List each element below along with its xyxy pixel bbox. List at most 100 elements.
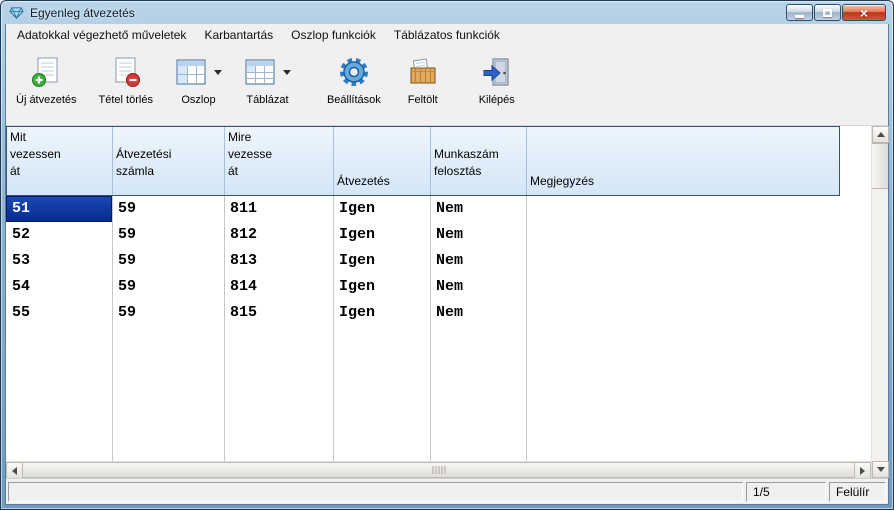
vertical-scrollbar-track[interactable]: [872, 189, 888, 461]
table-cell[interactable]: 814: [224, 274, 333, 300]
scrollbar-grip-icon: [432, 466, 445, 474]
table-row: 55 59 815 Igen Nem: [6, 300, 871, 326]
window-controls: ×: [786, 4, 886, 21]
vertical-scrollbar[interactable]: [871, 126, 888, 478]
table-row: 52 59 812 Igen Nem: [6, 222, 871, 248]
table-cell[interactable]: 59: [112, 196, 224, 222]
table-cell[interactable]: 811: [224, 196, 333, 222]
table-cell[interactable]: 54: [6, 274, 112, 300]
close-icon: ×: [860, 6, 868, 20]
table-cell[interactable]: Igen: [333, 222, 430, 248]
transfer-grid: Mit vezessen át Átvezetési számla Mire v…: [6, 126, 888, 478]
table-cell[interactable]: Igen: [333, 274, 430, 300]
table-cell[interactable]: 59: [112, 222, 224, 248]
column-header-atvezetes[interactable]: Átvezetés: [334, 127, 431, 195]
minimize-button[interactable]: [786, 4, 813, 21]
column-header-mit-vezessen-at[interactable]: Mit vezessen át: [7, 127, 113, 195]
table-cell[interactable]: 813: [224, 248, 333, 274]
arrow-down-icon: [877, 467, 885, 472]
menu-bar: Adatokkal végezhető műveletek Karbantart…: [6, 24, 888, 46]
maximize-icon: [823, 9, 832, 17]
title-bar: Egyenleg átvezetés ×: [5, 1, 889, 24]
delete-row-icon: [110, 56, 142, 88]
settings-button[interactable]: Beállítások: [321, 50, 387, 106]
scroll-up-button[interactable]: [872, 126, 889, 143]
overwrite-mode-panel: Felülír: [829, 482, 886, 502]
status-bar: 1/5 Felülír: [6, 478, 888, 504]
header-filler: [840, 126, 871, 196]
minimize-icon: [795, 15, 804, 18]
client-area: Adatokkal végezhető műveletek Karbantart…: [5, 24, 889, 505]
column-header-atvezetesi-szamla[interactable]: Átvezetési számla: [113, 127, 225, 195]
table-cell[interactable]: Nem: [430, 248, 526, 274]
table-row: 53 59 813 Igen Nem: [6, 248, 871, 274]
table-cell[interactable]: 53: [6, 248, 112, 274]
column-header-megjegyzes[interactable]: Megjegyzés: [527, 127, 839, 195]
delete-row-button[interactable]: Tétel törlés: [93, 50, 159, 106]
upload-label: Feltölt: [408, 94, 438, 106]
column-header-munkaszam-felosztas[interactable]: Munkaszám felosztás: [431, 127, 527, 195]
upload-button[interactable]: Feltölt: [397, 50, 449, 106]
table-cell[interactable]: [526, 222, 838, 248]
table-cell[interactable]: Igen: [333, 196, 430, 222]
menu-table-functions[interactable]: Táblázatos funkciók: [385, 25, 509, 45]
arrow-left-icon: [12, 467, 17, 475]
new-transfer-button[interactable]: Új átvezetés: [10, 50, 83, 106]
upload-cardfile-icon: [407, 57, 439, 87]
vertical-scrollbar-thumb[interactable]: [872, 143, 888, 189]
scroll-down-button[interactable]: [872, 461, 889, 478]
table-cell[interactable]: [526, 196, 838, 222]
column-button[interactable]: Oszlop: [169, 50, 228, 106]
column-header-mire-vezesse-at[interactable]: Mire vezesse át: [225, 127, 334, 195]
column-label: Oszlop: [181, 94, 215, 106]
settings-label: Beállítások: [327, 94, 381, 106]
horizontal-scrollbar[interactable]: [6, 461, 871, 478]
table-cell[interactable]: [526, 274, 838, 300]
exit-door-icon: [482, 56, 512, 88]
grid-header-row: Mit vezessen át Átvezetési számla Mire v…: [6, 126, 871, 196]
table-grid-icon: [244, 57, 276, 87]
table-cell[interactable]: Igen: [333, 248, 430, 274]
app-window: Egyenleg átvezetés × Adatokkal végezhető…: [0, 0, 894, 510]
column-dropdown-arrow-icon[interactable]: [214, 70, 222, 75]
table-row: 51 59 811 Igen Nem: [6, 196, 871, 222]
table-cell[interactable]: Nem: [430, 300, 526, 326]
table-button[interactable]: Táblázat: [238, 50, 297, 106]
table-cell[interactable]: 815: [224, 300, 333, 326]
table-cell[interactable]: 59: [112, 300, 224, 326]
maximize-button[interactable]: [814, 4, 841, 21]
table-cell[interactable]: Nem: [430, 222, 526, 248]
exit-label: Kilépés: [479, 94, 515, 106]
table-cell[interactable]: 59: [112, 274, 224, 300]
exit-button[interactable]: Kilépés: [471, 50, 523, 106]
new-transfer-label: Új átvezetés: [16, 94, 77, 106]
table-cell[interactable]: 52: [6, 222, 112, 248]
status-message-panel: [8, 482, 743, 502]
close-button[interactable]: ×: [842, 4, 886, 21]
record-counter-panel: 1/5: [746, 482, 826, 502]
window-title: Egyenleg átvezetés: [30, 6, 135, 20]
horizontal-scrollbar-thumb[interactable]: [23, 462, 854, 478]
table-cell[interactable]: Igen: [333, 300, 430, 326]
scroll-right-button[interactable]: [854, 462, 871, 479]
table-cell[interactable]: Nem: [430, 196, 526, 222]
scroll-left-button[interactable]: [6, 462, 23, 479]
new-transfer-icon: [30, 56, 62, 88]
arrow-right-icon: [860, 467, 865, 475]
table-dropdown-arrow-icon[interactable]: [283, 70, 291, 75]
table-cell-selected[interactable]: 51: [6, 196, 112, 222]
menu-column-functions[interactable]: Oszlop funkciók: [282, 25, 385, 45]
menu-data-operations[interactable]: Adatokkal végezhető műveletek: [8, 25, 195, 45]
column-grid-icon: [175, 57, 207, 87]
table-cell[interactable]: [526, 300, 838, 326]
table-cell[interactable]: [526, 248, 838, 274]
menu-maintenance[interactable]: Karbantartás: [195, 25, 282, 45]
table-row: 54 59 814 Igen Nem: [6, 274, 871, 300]
table-cell[interactable]: 812: [224, 222, 333, 248]
table-cell[interactable]: 55: [6, 300, 112, 326]
app-gem-icon[interactable]: [9, 5, 24, 20]
table-cell[interactable]: 59: [112, 248, 224, 274]
table-label: Táblázat: [246, 94, 288, 106]
table-cell[interactable]: Nem: [430, 274, 526, 300]
toolbar: Új átvezetés Tétel törlés: [6, 46, 888, 126]
